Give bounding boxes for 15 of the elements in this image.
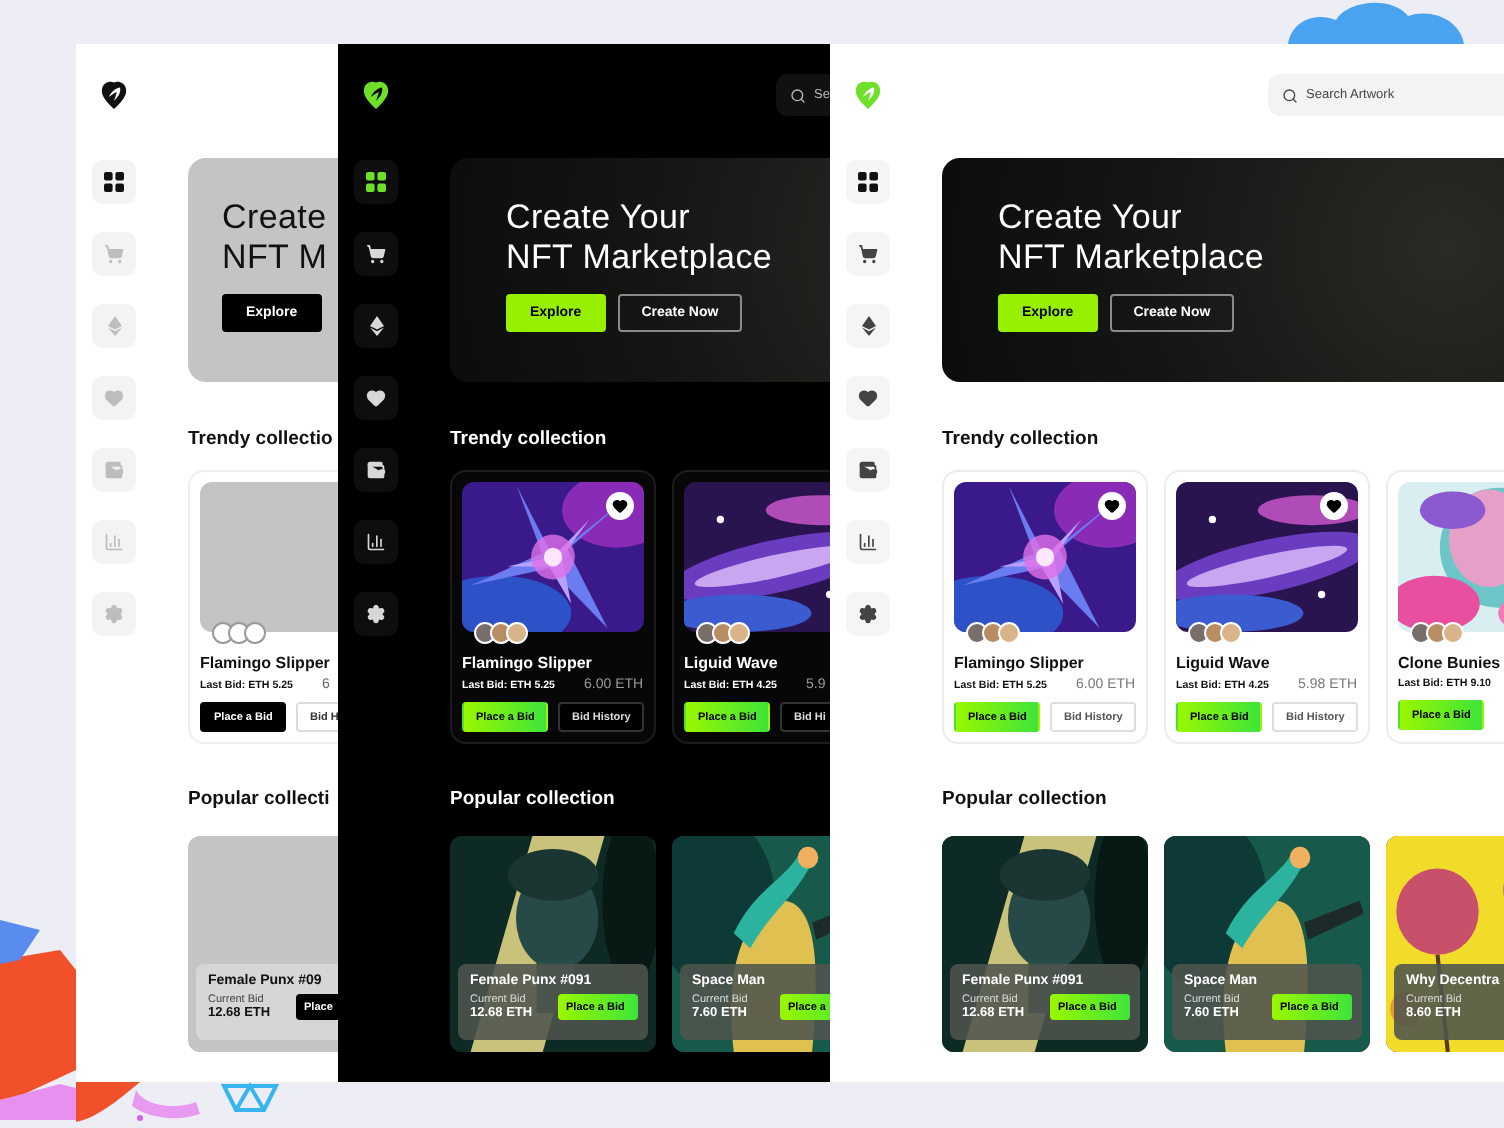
card-title: Liguid Wave	[1176, 654, 1272, 672]
card-title: Liguid Wave	[684, 654, 780, 672]
section-heading: Trendy collection	[942, 428, 1101, 452]
hero-title: Create NFT M	[222, 198, 330, 278]
card-title: Flamingo Slipper	[462, 654, 594, 672]
hero-title: Create Your NFT Marketplace	[506, 198, 775, 278]
card-title: Flamingo Slipper	[954, 654, 1086, 672]
section-heading: Trendy collectio	[188, 428, 335, 452]
section-heading: Trendy collection	[450, 428, 609, 452]
section-heading: Popular collecti	[188, 788, 332, 812]
card-title: Clone Bunies	[1398, 654, 1503, 672]
section-heading: Popular collection	[942, 788, 1109, 812]
section-heading: Popular collection	[450, 788, 617, 812]
hero-title: Create Your NFT Marketplace	[998, 198, 1267, 278]
card-title: Flamingo Slipper	[200, 654, 332, 672]
